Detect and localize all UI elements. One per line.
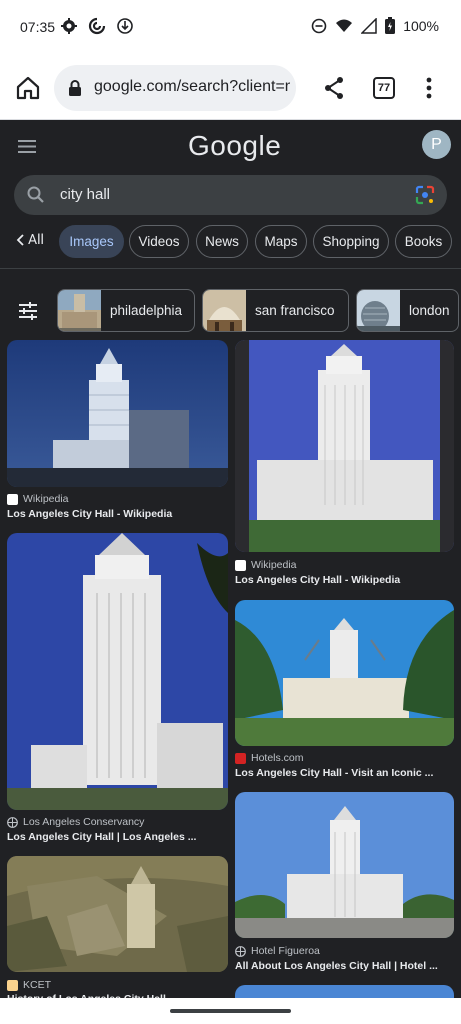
result-source: Wikipedia xyxy=(7,493,69,505)
chevron-left-icon xyxy=(16,234,24,246)
source-label: KCET xyxy=(23,979,52,991)
search-tabs: All Images Videos News Maps Shopping Boo… xyxy=(0,224,461,260)
tab-maps[interactable]: Maps xyxy=(255,225,307,258)
app-notification-icon xyxy=(88,17,106,35)
result-image xyxy=(7,856,228,972)
more-menu-icon[interactable] xyxy=(425,76,433,100)
result-image xyxy=(235,792,454,938)
related-searches: philadelphia san francisco london xyxy=(0,289,461,333)
result-title: Los Angeles City Hall - Wikipedia xyxy=(235,574,401,586)
filter-chip-philadelphia[interactable]: philadelphia xyxy=(57,289,195,332)
battery-icon xyxy=(385,17,396,34)
search-query: city hall xyxy=(60,186,111,203)
result-title: Los Angeles City Hall - Visit an Iconic … xyxy=(235,767,434,779)
london-thumbnail xyxy=(357,290,400,331)
result-image xyxy=(235,985,454,998)
tab-all-label: All xyxy=(28,232,44,248)
dnd-icon xyxy=(311,18,327,33)
image-result[interactable]: Hotels.com Los Angeles City Hall - Visit… xyxy=(235,600,454,782)
tab-books[interactable]: Books xyxy=(395,225,452,258)
result-image xyxy=(7,340,228,487)
share-icon[interactable] xyxy=(323,76,345,100)
tabs-divider xyxy=(0,268,461,269)
search-input[interactable]: city hall xyxy=(14,175,447,215)
source-label: Los Angeles Conservancy xyxy=(23,816,145,828)
image-result[interactable]: Los Angeles Conservancy Los Angeles City… xyxy=(7,533,228,848)
url-text: google.com/search?client=ms xyxy=(94,78,290,95)
san-francisco-thumbnail xyxy=(203,290,246,331)
source-label: Hotel Figueroa xyxy=(251,945,320,957)
result-title: Los Angeles City Hall | Los Angeles ... xyxy=(7,831,197,843)
source-label: Hotels.com xyxy=(251,752,304,764)
signal-icon xyxy=(361,17,377,34)
result-image xyxy=(235,600,454,746)
wifi-icon xyxy=(336,19,353,32)
image-result[interactable]: Wikipedia Los Angeles City Hall - Wikipe… xyxy=(7,340,228,525)
lock-icon xyxy=(69,80,81,96)
result-source: KCET xyxy=(7,979,51,991)
status-bar: 07:35 100% xyxy=(0,0,461,56)
google-header: Google xyxy=(0,120,461,172)
filter-label: london xyxy=(409,303,450,318)
globe-icon xyxy=(235,945,246,957)
result-title: Los Angeles City Hall - Wikipedia xyxy=(7,508,173,520)
settings-icon xyxy=(61,18,77,34)
filter-label: philadelphia xyxy=(110,303,183,318)
tab-images[interactable]: Images xyxy=(59,225,124,258)
image-result[interactable]: Hotel Figueroa All About Los Angeles Cit… xyxy=(235,792,454,977)
result-source: Wikipedia xyxy=(235,559,297,571)
tab-videos[interactable]: Videos xyxy=(129,225,189,258)
wikipedia-favicon-icon xyxy=(7,493,18,505)
kcet-favicon-icon xyxy=(7,979,18,991)
hotels-favicon-icon xyxy=(235,752,246,764)
tab-shopping[interactable]: Shopping xyxy=(313,225,389,258)
result-title: All About Los Angeles City Hall | Hotel … xyxy=(235,960,438,972)
result-image xyxy=(235,340,454,552)
search-icon xyxy=(27,186,44,203)
result-source: Hotel Figueroa xyxy=(235,945,320,957)
gesture-navigation-bar xyxy=(0,998,461,1024)
result-image xyxy=(7,533,228,810)
source-label: Wikipedia xyxy=(23,493,69,505)
battery-level: 100% xyxy=(403,17,439,34)
browser-toolbar: google.com/search?client=ms 77 xyxy=(0,56,461,120)
image-result-partial[interactable] xyxy=(235,985,454,998)
filter-label: san francisco xyxy=(255,303,335,318)
filter-tune-icon[interactable] xyxy=(18,301,38,321)
result-source: Los Angeles Conservancy xyxy=(7,816,144,828)
download-icon xyxy=(117,18,133,34)
source-label: Wikipedia xyxy=(251,559,297,571)
home-icon[interactable] xyxy=(14,74,42,102)
hamburger-menu-icon[interactable] xyxy=(18,140,36,153)
home-gesture-handle[interactable] xyxy=(170,1009,291,1013)
status-time: 07:35 xyxy=(20,19,56,35)
globe-icon xyxy=(7,816,18,828)
image-result[interactable]: KCET History of Los Angeles City Hall ..… xyxy=(7,856,228,1005)
image-result[interactable]: Wikipedia Los Angeles City Hall - Wikipe… xyxy=(235,340,454,588)
tab-all[interactable]: All xyxy=(16,232,44,248)
wikipedia-favicon-icon xyxy=(235,559,246,571)
tab-switcher-button[interactable]: 77 xyxy=(373,77,395,99)
google-lens-icon[interactable] xyxy=(415,185,435,205)
filter-chip-london[interactable]: london xyxy=(356,289,459,332)
philadelphia-thumbnail xyxy=(58,290,101,331)
filter-chip-san-francisco[interactable]: san francisco xyxy=(202,289,349,332)
google-logo[interactable]: Google xyxy=(188,130,281,162)
result-source: Hotels.com xyxy=(235,752,304,764)
tab-news[interactable]: News xyxy=(196,225,248,258)
url-bar[interactable]: google.com/search?client=ms xyxy=(54,65,296,111)
account-avatar[interactable]: P xyxy=(422,130,451,159)
